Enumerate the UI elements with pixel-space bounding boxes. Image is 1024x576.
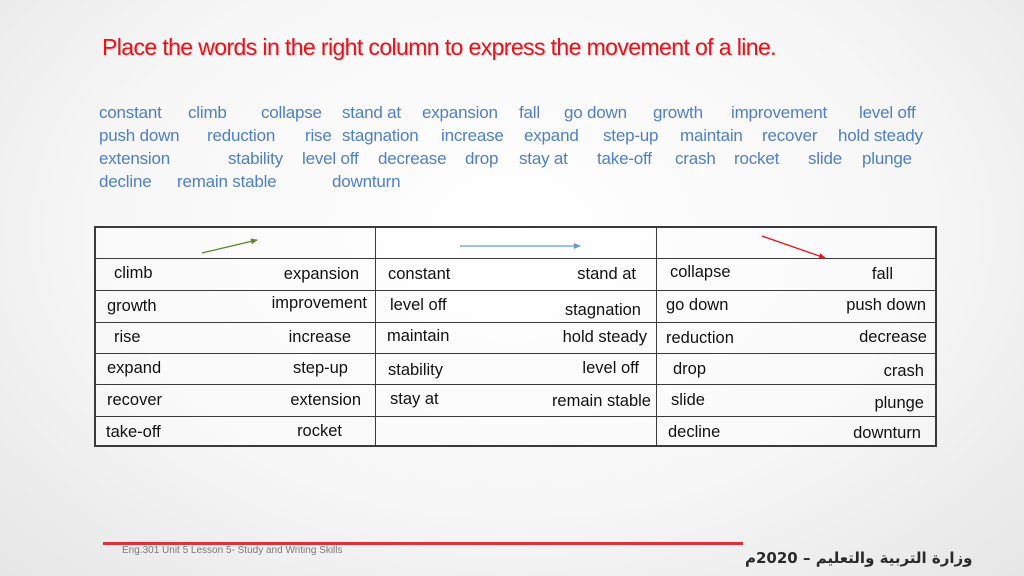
table-cell-word: improvement	[271, 294, 367, 312]
row-divider	[96, 416, 935, 417]
row-divider	[96, 322, 935, 323]
table-cell-word: rocket	[297, 422, 342, 440]
word-bank-item[interactable]: collapse	[261, 103, 322, 123]
word-bank-item[interactable]: stand at	[342, 103, 401, 123]
table-cell-word: go down	[666, 296, 729, 314]
table-cell-word: drop	[673, 360, 707, 378]
word-bank-item[interactable]: expand	[524, 126, 579, 146]
table-cell-word: stand at	[577, 265, 636, 283]
table-cell-word: growth	[107, 297, 157, 315]
downward-arrow-icon	[761, 235, 826, 259]
table-cell-word: climb	[114, 264, 153, 282]
word-bank-item[interactable]: step-up	[603, 126, 659, 146]
word-bank-item[interactable]: expansion	[422, 103, 498, 123]
table-cell-word: push down	[846, 296, 926, 314]
table-cell-word: stay at	[390, 390, 439, 408]
row-divider	[96, 290, 935, 291]
table-cell-word: increase	[288, 328, 351, 346]
word-bank-item[interactable]: improvement	[731, 103, 827, 123]
word-bank-item[interactable]: rise	[305, 126, 332, 146]
table-cell-word: reduction	[666, 329, 734, 347]
table-cell-word: level off	[390, 296, 447, 314]
table-cell-word: maintain	[387, 327, 450, 345]
footer-ministry-label: وزارة التربية والتعليم – 2020م	[745, 549, 973, 567]
word-bank-item[interactable]: crash	[675, 149, 716, 169]
table-cell-word: expansion	[283, 265, 359, 283]
word-bank-item[interactable]: decline	[99, 172, 152, 192]
word-bank-item[interactable]: hold steady	[838, 126, 923, 146]
table-cell-word: collapse	[670, 263, 731, 281]
word-bank-item[interactable]: recover	[762, 126, 817, 146]
word-bank-item[interactable]: growth	[653, 103, 703, 123]
table-cell-word: level off	[582, 359, 639, 377]
word-bank-item[interactable]: level off	[859, 103, 916, 123]
word-bank-item[interactable]: rocket	[734, 149, 779, 169]
table-cell-word: decline	[668, 423, 721, 441]
row-divider	[96, 384, 935, 385]
word-bank: constant climb collapse stand at expansi…	[0, 0, 1024, 200]
table-cell-word: fall	[871, 265, 893, 283]
table-cell-word: rise	[114, 328, 141, 346]
word-bank-item[interactable]: stability	[228, 149, 283, 169]
word-bank-item[interactable]: stagnation	[342, 126, 419, 146]
table-cell-word: expand	[107, 359, 162, 377]
word-bank-item[interactable]: reduction	[207, 126, 275, 146]
table-cell-word: stability	[388, 361, 444, 379]
word-bank-item[interactable]: stay at	[519, 149, 568, 169]
word-bank-item[interactable]: constant	[99, 103, 162, 123]
table-cell-word: slide	[671, 391, 705, 409]
word-bank-item[interactable]: extension	[99, 149, 170, 169]
word-bank-item[interactable]: slide	[808, 149, 842, 169]
word-bank-item[interactable]: level off	[302, 149, 359, 169]
word-bank-item[interactable]: maintain	[680, 126, 743, 146]
word-bank-item[interactable]: increase	[441, 126, 504, 146]
table-cell-word: decrease	[859, 328, 927, 346]
table-cell-word: crash	[883, 362, 924, 380]
table-cell-word: take-off	[106, 423, 161, 441]
table-cell-word: downturn	[853, 424, 921, 442]
table-cell-word: recover	[107, 391, 163, 409]
word-bank-item[interactable]: decrease	[378, 149, 447, 169]
table-cell-word: extension	[290, 391, 361, 409]
table-cell-word: plunge	[874, 394, 924, 412]
row-divider	[96, 353, 935, 354]
header-arrows	[201, 235, 826, 259]
word-bank-item[interactable]: drop	[465, 149, 498, 169]
word-bank-item[interactable]: remain stable	[177, 172, 277, 192]
movement-table: climb expansion growth improvement rise …	[94, 226, 937, 447]
word-bank-item[interactable]: fall	[519, 103, 540, 123]
word-bank-item[interactable]: plunge	[862, 149, 912, 169]
table-cell-word: constant	[388, 265, 451, 283]
upward-arrow-icon	[201, 238, 258, 254]
table-cell-word: stagnation	[564, 301, 641, 319]
table-cell-word: remain stable	[551, 392, 651, 410]
word-bank-item[interactable]: push down	[99, 126, 180, 146]
word-bank-item[interactable]: go down	[564, 103, 627, 123]
table-cell-word: step-up	[292, 359, 348, 377]
word-bank-item[interactable]: climb	[188, 103, 227, 123]
table-cell-word: hold steady	[562, 328, 647, 346]
word-bank-item[interactable]: take-off	[597, 149, 652, 169]
word-bank-item[interactable]: downturn	[332, 172, 401, 192]
footer-course-label: Eng.301 Unit 5 Lesson 5- Study and Writi…	[122, 545, 343, 556]
